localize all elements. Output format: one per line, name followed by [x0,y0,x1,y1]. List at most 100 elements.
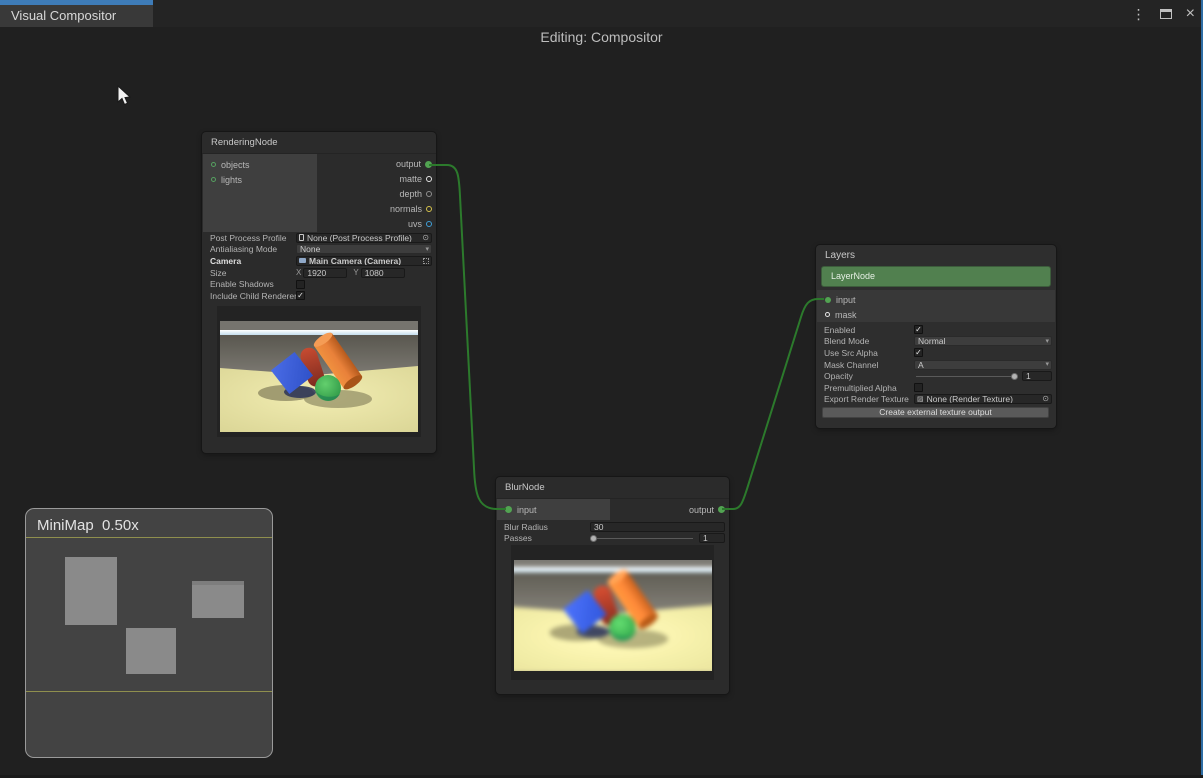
port-label-normals: normals [390,204,422,214]
input-port-objects[interactable] [211,162,216,167]
prop-label: Blur Radius [504,522,590,532]
port-label-uvs: uvs [408,219,422,229]
prop-label: Use Src Alpha [824,348,914,358]
prop-label: Passes [504,533,590,543]
prop-row-blend-mode: Blend Mode Normal ▾ [816,336,1056,348]
enable-shadows-checkbox[interactable] [296,280,305,289]
blur-node-title: BlurNode [496,477,729,499]
input-port-layer[interactable] [825,297,831,303]
output-port-uvs[interactable] [426,221,432,227]
mask-channel-dropdown[interactable]: A ▾ [914,360,1052,370]
input-port-mask[interactable] [825,312,830,317]
minimap-node-blur [126,628,176,674]
blur-preview-image [514,560,712,671]
layers-ports-box: input mask [817,290,1055,322]
input-port-lights[interactable] [211,177,216,182]
rendering-preview-frame [217,306,421,437]
layer-item-layernode[interactable]: LayerNode [821,266,1051,287]
include-child-renderers-checkbox[interactable]: ✓ [296,291,305,300]
prop-label: Premultiplied Alpha [824,383,914,393]
size-x-field[interactable]: 1920 [303,268,347,278]
port-label-depth: depth [399,189,422,199]
dropdown-value: A [918,360,924,370]
output-port-depth[interactable] [426,191,432,197]
camera-field[interactable]: Main Camera (Camera) [296,256,432,266]
premultiplied-alpha-checkbox[interactable] [914,383,923,392]
port-label-lights: lights [221,175,242,185]
wire-rendering-to-blur[interactable] [429,165,506,509]
create-external-texture-output-button[interactable]: Create external texture output [822,407,1049,418]
antialiasing-mode-dropdown[interactable]: None ▾ [296,244,432,254]
prop-label: Post Process Profile [210,233,296,243]
prop-row-camera: Camera Main Camera (Camera) [202,255,436,267]
blur-radius-field[interactable]: 30 [590,522,725,532]
prop-label: Camera [210,256,296,266]
blur-preview-frame [511,545,714,680]
rendering-node-title: RenderingNode [202,132,436,154]
slider-track [916,376,1016,378]
input-port-blur[interactable] [505,506,512,513]
camera-icon [299,258,306,263]
minimap-node-layers [192,581,244,618]
minimap-node-rendering [65,557,117,625]
wire-blur-to-layers[interactable] [722,299,824,509]
port-row-output: output [322,157,432,172]
tab-label: Visual Compositor [11,8,116,23]
layers-node[interactable]: Layers LayerNode input mask Enabled ✓ Bl… [816,245,1056,428]
object-picker-icon[interactable]: ⊙ [422,234,429,242]
export-render-texture-field[interactable]: ▨ None (Render Texture) ⊙ [914,394,1052,404]
prop-row-enabled: Enabled ✓ [816,324,1056,336]
window-menu-icon[interactable]: ⋮ [1132,7,1146,21]
rendering-node[interactable]: RenderingNode objects lights output m [202,132,436,453]
object-picker-icon[interactable]: ⊙ [1042,395,1049,403]
output-port-matte[interactable] [426,176,432,182]
enabled-checkbox[interactable]: ✓ [914,325,923,334]
field-value: Main Camera (Camera) [309,256,401,266]
output-port-blur[interactable] [718,506,725,513]
dropdown-value: Normal [918,336,945,346]
prop-row-include-child-renderers: Include Child Renderers ✓ [202,290,436,302]
scene-picker-icon[interactable] [423,258,429,264]
prop-row-export-render-texture: Export Render Texture ▨ None (Render Tex… [816,394,1056,406]
slider-knob[interactable] [590,535,597,542]
passes-slider[interactable] [590,533,695,543]
port-label-output: output [396,159,421,169]
minimap-panel[interactable]: MiniMap 0.50x [25,508,273,758]
size-x-label: X [296,268,301,277]
prop-row-post-process-profile: Post Process Profile None (Post Process … [202,232,436,244]
output-port-output[interactable] [425,161,432,168]
minimap-title: MiniMap 0.50x [37,517,139,534]
prop-label: Opacity [824,371,914,381]
prop-row-premultiplied-alpha: Premultiplied Alpha [816,382,1056,394]
port-label-layer-input: input [836,295,856,305]
port-row-matte: matte [322,172,432,187]
prop-row-opacity: Opacity 1 [816,370,1056,382]
opacity-value-field[interactable]: 1 [1022,371,1052,381]
close-icon[interactable]: × [1186,6,1195,22]
port-row-objects: objects [203,157,317,172]
chevron-down-icon: ▾ [1045,338,1049,345]
post-process-profile-field[interactable]: None (Post Process Profile) ⊙ [296,233,432,243]
blur-node[interactable]: BlurNode input output Blur Radius 30 [496,477,729,694]
output-port-normals[interactable] [426,206,432,212]
window-titlebar: Visual Compositor ⋮ × [0,0,1203,27]
maximize-icon[interactable] [1160,9,1172,19]
profile-asset-icon [299,234,304,241]
passes-value-field[interactable]: 1 [699,533,725,543]
port-row-blur-input: input [497,499,610,520]
dropdown-value: None [300,244,320,254]
tab-visual-compositor[interactable]: Visual Compositor [0,0,153,27]
use-src-alpha-checkbox[interactable]: ✓ [914,348,923,357]
prop-label: Include Child Renderers [210,291,296,301]
chevron-down-icon: ▾ [1045,361,1049,368]
field-value: None (Render Texture) [927,394,1013,404]
size-y-field[interactable]: 1080 [361,268,405,278]
minimap-viewport-line-top [26,537,272,538]
prop-row-enable-shadows: Enable Shadows [202,278,436,290]
blend-mode-dropdown[interactable]: Normal ▾ [914,336,1052,346]
port-label-blur-output: output [689,505,714,515]
editing-breadcrumb: Editing: Compositor [0,29,1203,45]
opacity-slider[interactable] [914,371,1018,381]
visual-compositor-window: Visual Compositor ⋮ × Editing: Composito… [0,0,1203,778]
slider-knob[interactable] [1011,373,1018,380]
